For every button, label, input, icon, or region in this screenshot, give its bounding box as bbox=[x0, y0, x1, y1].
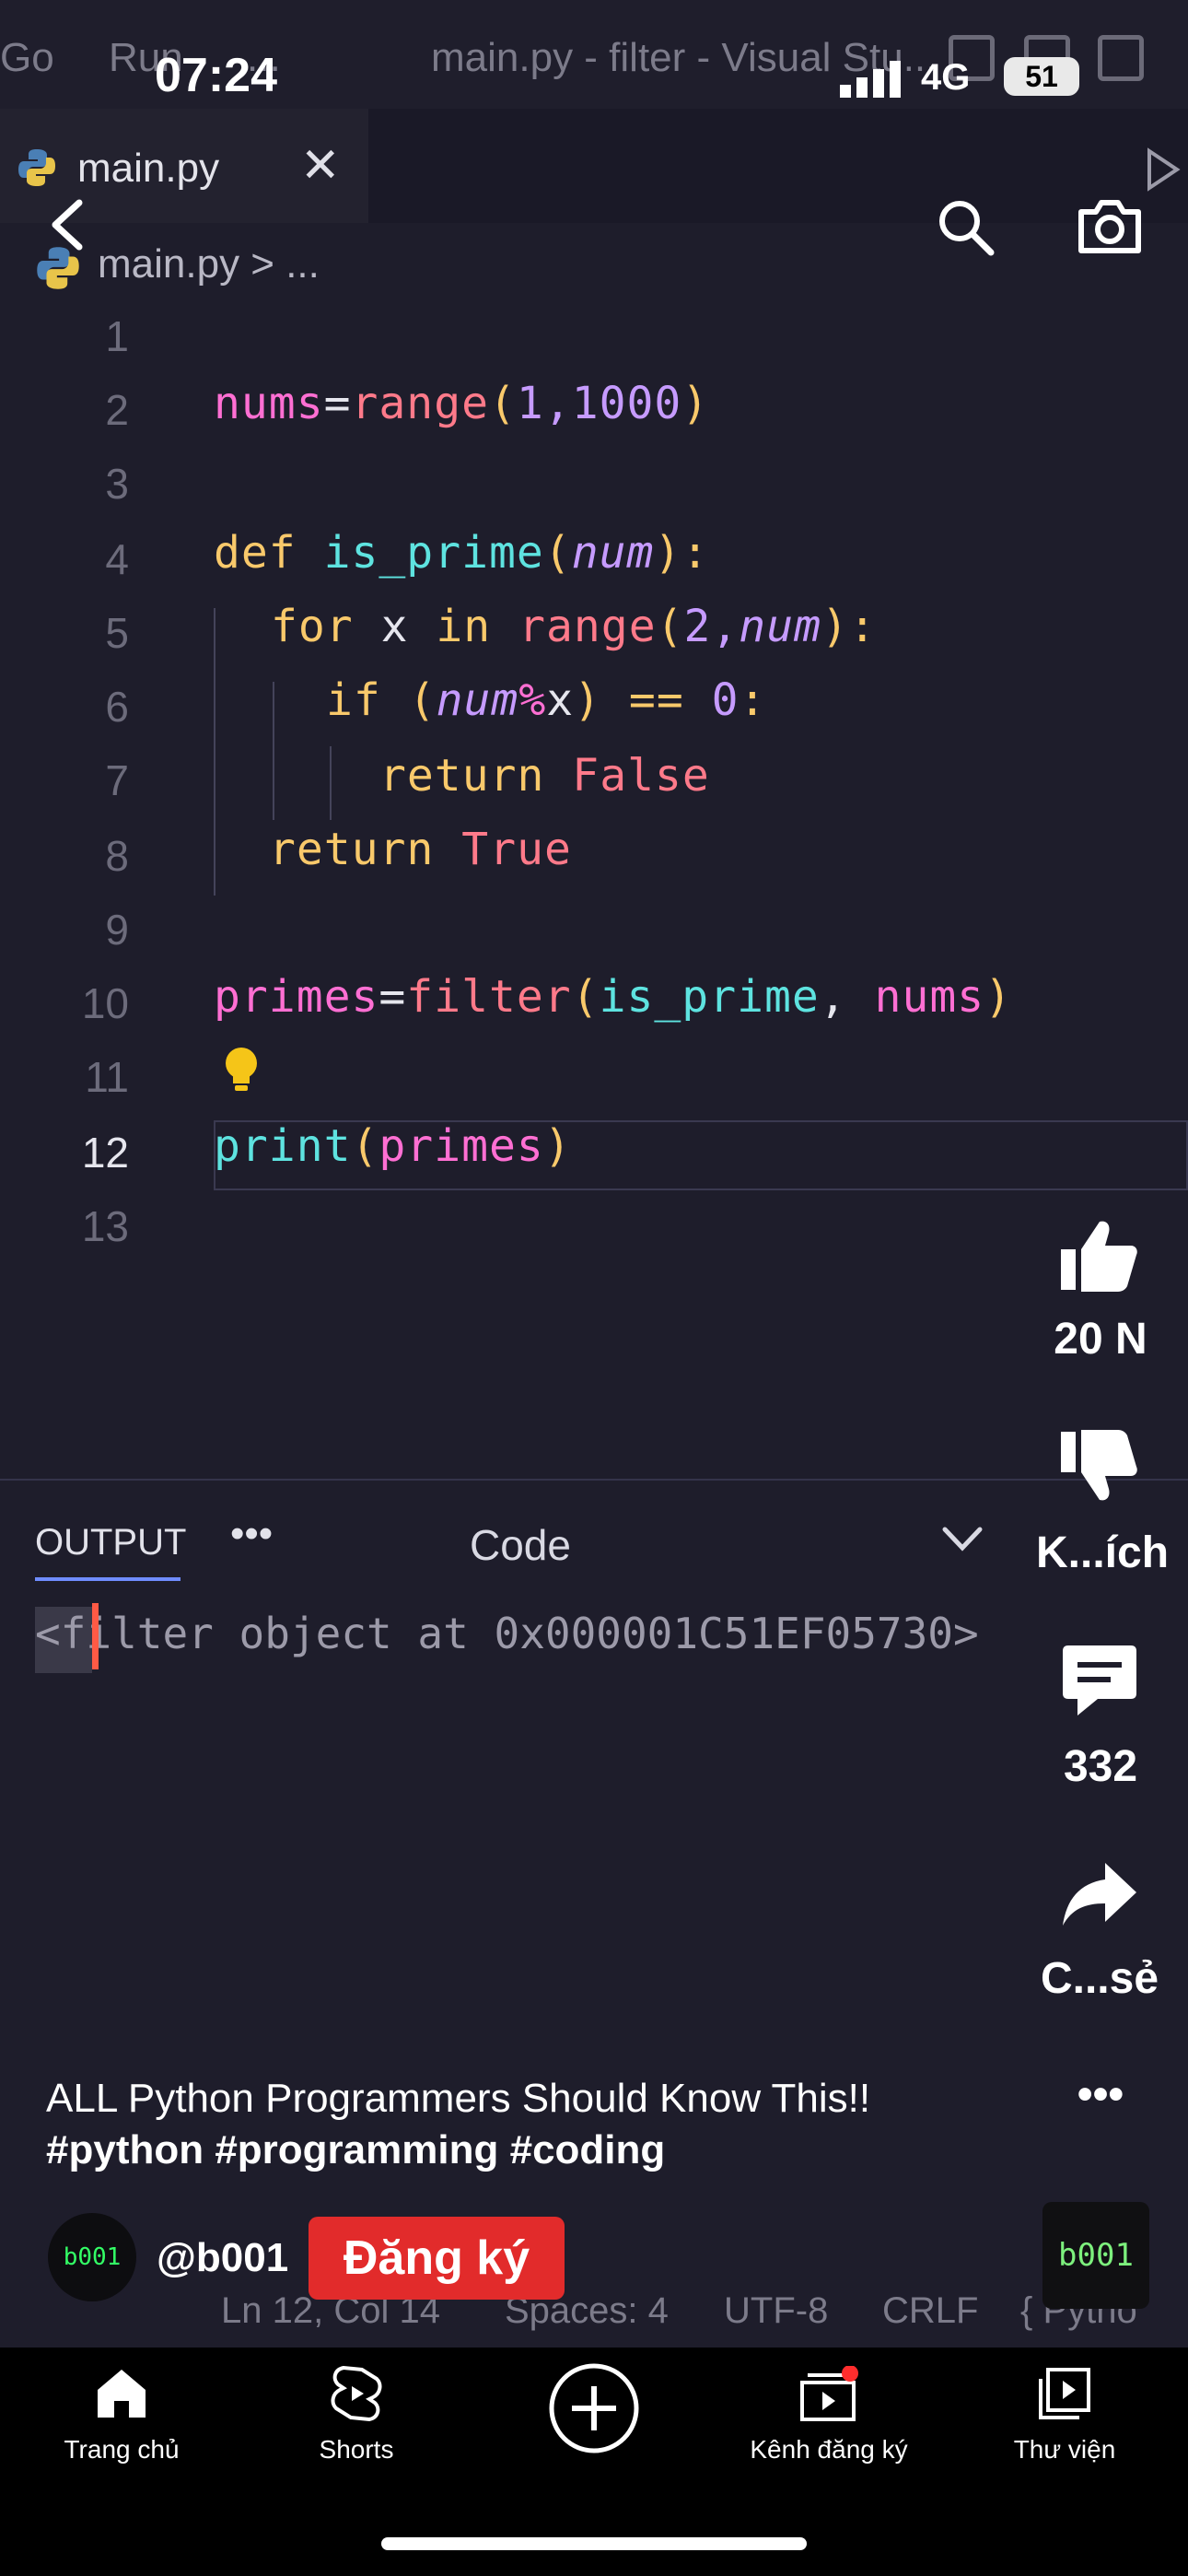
lightbulb-icon[interactable] bbox=[221, 1045, 262, 1096]
library-icon bbox=[1039, 2368, 1090, 2419]
camera-icon[interactable] bbox=[1076, 195, 1144, 256]
line-number: 10 bbox=[81, 979, 129, 1027]
comment-icon[interactable] bbox=[1061, 1642, 1138, 1719]
add-icon bbox=[549, 2363, 639, 2453]
line-number: 3 bbox=[105, 460, 129, 508]
shorts-icon bbox=[331, 2365, 382, 2422]
code-line-5[interactable]: for x in range(2,num): bbox=[271, 601, 877, 652]
line-number: 1 bbox=[105, 312, 129, 360]
subscriptions-icon bbox=[800, 2365, 858, 2421]
channel-handle[interactable]: @b001 bbox=[157, 2235, 288, 2281]
panel-more-icon[interactable]: ••• bbox=[230, 1511, 273, 1557]
line-number: 2 bbox=[105, 386, 129, 434]
comment-count: 332 bbox=[1063, 1742, 1138, 1791]
share-icon[interactable] bbox=[1061, 1859, 1138, 1929]
back-arrow-icon[interactable] bbox=[44, 197, 90, 252]
dislike-label: K...ích bbox=[1035, 1528, 1170, 1577]
video-title: ALL Python Programmers Should Know This!… bbox=[46, 2076, 871, 2121]
nav-library-label: Thư viện bbox=[1013, 2435, 1116, 2464]
video-hashtags[interactable]: #python #programming #coding bbox=[46, 2125, 1041, 2176]
text-cursor bbox=[92, 1603, 99, 1669]
code-line-8[interactable]: return True bbox=[269, 824, 572, 875]
line-number: 8 bbox=[105, 832, 129, 880]
breadcrumb[interactable]: main.py > ... bbox=[98, 241, 320, 287]
line-number: 13 bbox=[81, 1202, 129, 1250]
dislike-icon[interactable] bbox=[1057, 1428, 1140, 1505]
eol-status[interactable]: CRLF bbox=[882, 2290, 978, 2332]
share-label: C...sẻ bbox=[1040, 1954, 1159, 2003]
battery-indicator: 51 bbox=[1004, 57, 1079, 96]
indent-guide bbox=[330, 746, 332, 820]
line-number: 11 bbox=[85, 1053, 129, 1101]
nav-home[interactable]: Trang chủ bbox=[20, 2366, 223, 2465]
tab-output[interactable]: OUTPUT bbox=[35, 1522, 186, 1563]
output-channel-select[interactable]: Code bbox=[470, 1520, 571, 1570]
video-caption[interactable]: ALL Python Programmers Should Know This!… bbox=[46, 2073, 1041, 2176]
nav-subscriptions[interactable]: Kênh đăng ký bbox=[728, 2365, 930, 2465]
nav-shorts-label: Shorts bbox=[319, 2435, 394, 2464]
home-icon bbox=[98, 2370, 146, 2418]
encoding-status[interactable]: UTF-8 bbox=[724, 2290, 828, 2332]
line-number: 6 bbox=[105, 683, 129, 731]
create-button[interactable] bbox=[493, 2360, 695, 2461]
vscode-status-bar: Ln 12, Col 14 Spaces: 4 UTF-8 CRLF { Pyt… bbox=[0, 2283, 1188, 2348]
line-number: 4 bbox=[105, 535, 129, 583]
more-options-icon[interactable]: ••• bbox=[1031, 2069, 1170, 2120]
output-text: <filter object at 0x000001C51EF05730> bbox=[35, 1609, 979, 1658]
indent-guide bbox=[214, 608, 215, 896]
nav-shorts[interactable]: Shorts bbox=[255, 2365, 458, 2465]
code-line-2[interactable]: nums=range(1,1000) bbox=[214, 378, 709, 429]
tab-label: main.py bbox=[77, 146, 220, 191]
code-line-10[interactable]: primes=filter(is_prime, nums) bbox=[214, 971, 1012, 1023]
line-number: 5 bbox=[105, 609, 129, 657]
network-type: 4G bbox=[921, 57, 971, 98]
subscribe-button[interactable]: Đăng ký bbox=[309, 2217, 565, 2300]
sound-thumbnail[interactable]: b001 bbox=[1042, 2202, 1149, 2309]
code-line-12[interactable]: print(primes) bbox=[214, 1120, 572, 1172]
menu-go[interactable]: Go bbox=[0, 35, 54, 81]
line-number: 9 bbox=[105, 906, 129, 954]
python-file-icon bbox=[18, 149, 55, 186]
layout-split-icon[interactable] bbox=[1098, 35, 1144, 81]
like-count: 20 N bbox=[1054, 1315, 1147, 1364]
run-icon[interactable] bbox=[1146, 147, 1182, 192]
nav-library[interactable]: Thư viện bbox=[963, 2366, 1166, 2465]
code-line-4[interactable]: def is_prime(num): bbox=[214, 527, 709, 579]
home-indicator[interactable] bbox=[381, 2537, 807, 2550]
chevron-down-icon[interactable] bbox=[939, 1522, 985, 1555]
signal-icon bbox=[840, 61, 901, 98]
indent-guide bbox=[273, 682, 274, 820]
nav-home-label: Trang chủ bbox=[64, 2435, 180, 2464]
status-time: 07:24 bbox=[155, 49, 277, 102]
line-number-current: 12 bbox=[81, 1129, 129, 1177]
search-icon[interactable] bbox=[936, 197, 996, 258]
like-icon[interactable] bbox=[1057, 1216, 1140, 1294]
code-line-7[interactable]: return False bbox=[379, 750, 710, 802]
code-line-6[interactable]: if (num%x) == 0: bbox=[326, 674, 766, 726]
close-icon[interactable]: ✕ bbox=[300, 138, 341, 193]
channel-avatar[interactable]: b001 bbox=[48, 2213, 136, 2301]
nav-subscriptions-label: Kênh đăng ký bbox=[750, 2435, 908, 2464]
active-tab-underline bbox=[35, 1577, 181, 1581]
python-breadcrumb-icon bbox=[37, 247, 79, 289]
line-number: 7 bbox=[105, 756, 129, 804]
